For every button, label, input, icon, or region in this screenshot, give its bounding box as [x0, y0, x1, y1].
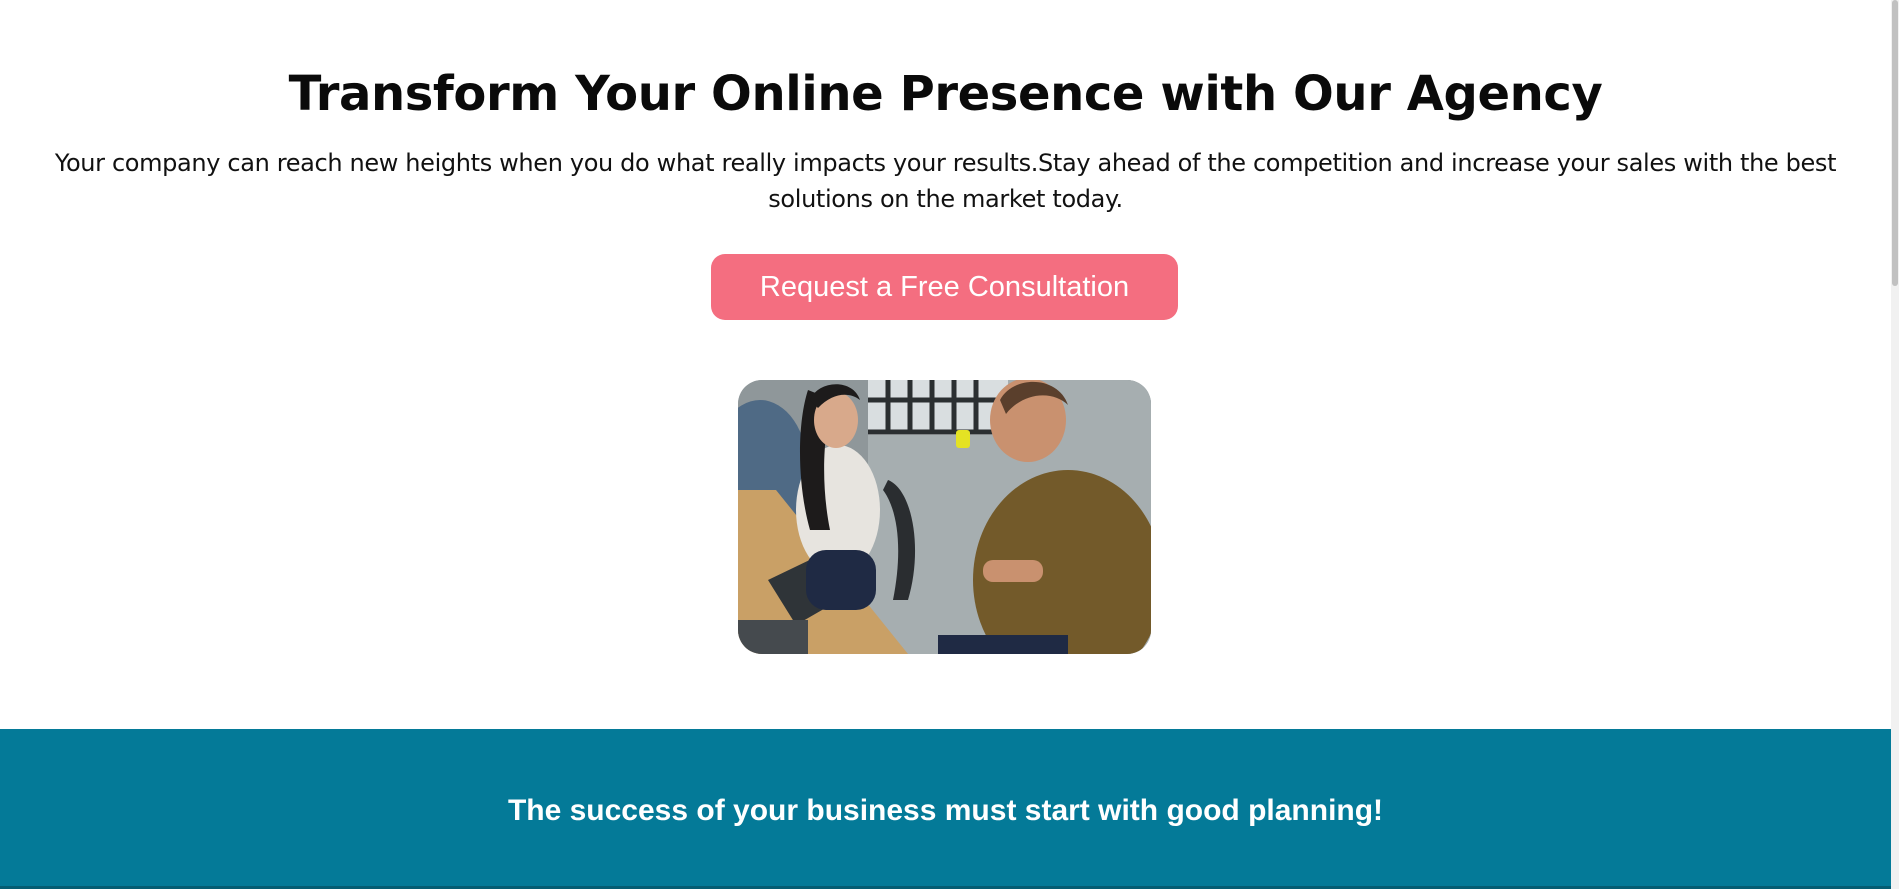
scrollbar-thumb[interactable] [1892, 0, 1898, 286]
team-meeting-illustration [738, 380, 1151, 654]
vertical-scrollbar[interactable] [1891, 0, 1899, 889]
request-consultation-button[interactable]: Request a Free Consultation [711, 254, 1178, 320]
page: Transform Your Online Presence with Our … [0, 0, 1899, 889]
hero-title: Transform Your Online Presence with Our … [288, 66, 1603, 122]
hero-subtitle: Your company can reach new heights when … [54, 149, 1837, 213]
hero-section: Transform Your Online Presence with Our … [0, 0, 1891, 729]
planning-banner-title: The success of your business must start … [507, 794, 1384, 827]
planning-banner: The success of your business must start … [0, 729, 1891, 889]
team-meeting-photo [738, 380, 1151, 654]
